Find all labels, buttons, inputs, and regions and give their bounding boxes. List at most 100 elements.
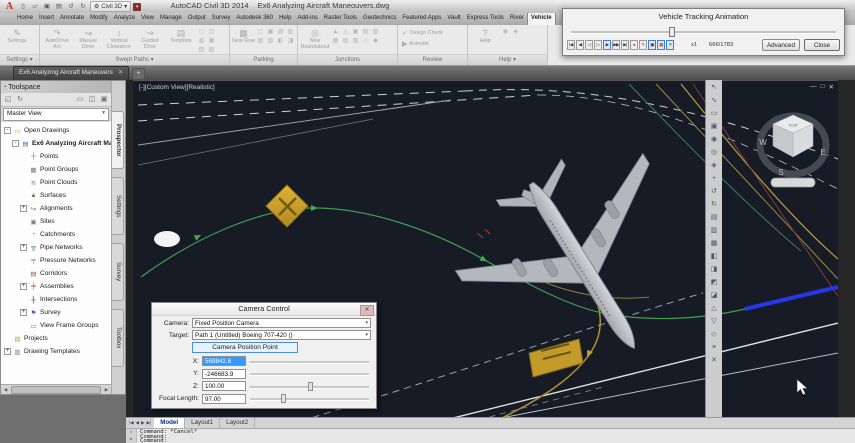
animation-timeline-slider[interactable] [571,27,836,37]
layout-nav-icon[interactable]: ▶ [141,420,144,426]
drafting-tool-icon[interactable]: ▭ [708,108,721,120]
ribbon-small-icon[interactable]: ▤ [361,28,370,36]
ribbon-small-icon[interactable]: ▣ [351,28,360,36]
undo-icon[interactable]: ↺ [66,2,76,11]
camera-button[interactable]: ▣ [648,40,656,50]
ribbon-panel-label-junctions[interactable]: Junctions [298,54,397,65]
scrollbar-thumb[interactable] [11,385,101,394]
close-icon[interactable]: ✕ [118,67,123,80]
layout-nav-icon[interactable]: ◀ [136,420,139,426]
ribbon-tab-river[interactable]: River [507,13,527,25]
drafting-tool-icon[interactable]: ▣ [708,121,721,133]
camera-field-input-focal-length[interactable]: 97.00 [202,393,246,404]
ribbon-button-manual-drive[interactable]: ↝ Manual Drive [73,27,103,51]
video-export-button[interactable]: ▦ [657,40,665,50]
drafting-tool-icon[interactable]: ∿ [708,95,721,107]
minimize-icon[interactable]: — [810,83,817,91]
camera-select[interactable]: Fixed Position Camera ▾ [192,318,371,328]
command-line-window[interactable]: ✕ ▪ Command: *Cancel* Command: Command: [126,428,855,443]
ribbon-small-icon[interactable]: ▥ [286,28,295,36]
restore-icon[interactable]: □ [821,83,825,91]
tree-item-point-clouds[interactable]: +≋Point Clouds [1,176,111,189]
camera-field-slider-y[interactable] [250,369,371,378]
layout-tab-model[interactable]: Model [154,418,186,428]
close-icon[interactable]: ✕ [360,305,374,316]
ribbon-small-icon[interactable]: ◇ [361,37,370,45]
ribbon-small-icon[interactable]: ▥ [197,37,206,45]
document-tab[interactable]: Ex6 Analyzing Aircraft Maneuvers ✕ [13,66,130,80]
drafting-tool-icon[interactable]: ↺ [708,186,721,198]
tree-item-corridors[interactable]: +▤Corridors [1,267,111,280]
drafting-tool-icon[interactable]: ◪ [708,290,721,302]
tree-item-catchments[interactable]: +◔Catchments [1,228,111,241]
layout-nav-icon[interactable]: ▶| [147,420,152,426]
drafting-tool-icon[interactable]: ≡ [708,342,721,354]
drafting-tool-icon[interactable]: ◉ [708,134,721,146]
step-forward-button[interactable]: ▷ [594,40,602,50]
ribbon-small-icon[interactable]: △ [341,28,350,36]
autocad-logo-icon[interactable]: A [3,1,16,12]
close-icon[interactable]: ✕ [829,83,834,91]
drafting-tool-icon[interactable]: ↻ [708,199,721,211]
new-file-icon[interactable]: ▯ [18,2,28,11]
ribbon-panel-label-review[interactable]: Review [398,54,467,65]
ribbon-tab-featured-apps[interactable]: Featured Apps [399,13,444,25]
preview-pane-icon[interactable]: ◫ [87,95,97,105]
drafting-tool-icon[interactable]: ◎ [708,147,721,159]
side-tab-survey[interactable]: Survey [112,243,124,301]
first-frame-button[interactable]: |◀ [567,40,575,50]
ribbon-small-icon[interactable]: ▧ [256,37,265,45]
ribbon-small-icon[interactable]: ◉ [501,28,510,36]
timeline-slider-thumb[interactable] [669,27,676,37]
ribbon-button-new-roundabout[interactable]: ◎ New Roundabout [300,27,330,51]
qat-overflow-icon[interactable]: ▾ [133,2,142,11]
camera-field-slider-focal-length[interactable] [250,394,371,403]
layout-tab-layout1[interactable]: Layout1 [185,418,221,428]
step-back-button[interactable]: ◁ [585,40,593,50]
camera-field-slider-x[interactable] [250,357,371,366]
ribbon-tab-vault[interactable]: Vault [444,13,463,25]
ribbon-tab-add-ins[interactable]: Add-ins [294,13,320,25]
close-button[interactable]: Close [804,39,840,51]
ribbon-small-icon[interactable]: ▲ [331,28,340,36]
drafting-tool-icon[interactable]: ◨ [708,264,721,276]
ribbon-tab-view[interactable]: View [138,13,157,25]
ribbon-tab-modify[interactable]: Modify [87,13,111,25]
tree-item-alignments[interactable]: + ↪ Alignments [1,202,111,215]
help-icon[interactable]: ▣ [99,95,109,105]
toolspace-horizontal-scrollbar[interactable]: ◀ ▶ [1,384,111,394]
camera-field-input-y[interactable]: -246683.9 [202,368,246,379]
layout-tab-layout2[interactable]: Layout2 [220,418,256,428]
ribbon-panel-label-help[interactable]: Help ▾ [468,54,547,65]
ribbon-small-icon[interactable]: ◆ [371,37,380,45]
ribbon-tab-insert[interactable]: Insert [36,13,57,25]
tree-expander-icon[interactable]: + [20,283,27,290]
ribbon-small-icon[interactable]: ▤ [276,28,285,36]
annotate-button[interactable]: ✎ [639,40,647,50]
play-reverse-button[interactable]: ◀ [576,40,584,50]
drafting-tool-icon[interactable]: ▤ [708,212,721,224]
drafting-tool-icon[interactable]: △ [708,303,721,315]
drafting-tool-icon[interactable]: ▥ [708,225,721,237]
record-button[interactable]: ● [630,40,638,50]
ribbon-button-settings[interactable]: ✎ Settings [2,27,32,45]
ribbon-panel-label-settings[interactable]: Settings ▾ [0,54,39,65]
tree-item-point-groups[interactable]: +▦Point Groups [1,163,111,176]
ribbon-small-icon[interactable]: ▧ [197,46,206,54]
tree-item-intersections[interactable]: +╋Intersections [1,293,111,306]
refresh-icon[interactable]: ↻ [15,95,25,105]
tree-item-surfaces[interactable]: +▲Surfaces [1,189,111,202]
path-start-marker[interactable] [154,231,180,247]
side-tab-prospector[interactable]: Prospector [112,111,124,169]
tree-expander-icon[interactable]: + [20,309,27,316]
ribbon-tab-geotechnics[interactable]: Geotechnics [360,13,399,25]
ribbon-small-icon[interactable]: ▦ [207,37,216,45]
ribbon-tab-output[interactable]: Output [185,13,209,25]
ribbon-tab-analyze[interactable]: Analyze [111,13,138,25]
camera-field-input-z[interactable]: 100.00 [202,381,246,391]
drafting-tool-icon[interactable]: ▽ [708,316,721,328]
selected-path-segment[interactable] [744,285,838,311]
save-icon[interactable]: ▣ [42,2,52,11]
tree-item-view-frame-groups[interactable]: +▭View Frame Groups [1,319,111,332]
ribbon-small-icon[interactable]: ▧ [341,37,350,45]
